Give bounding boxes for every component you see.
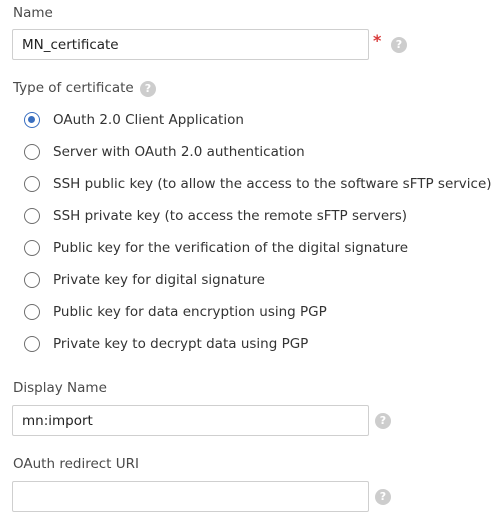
- radio-button[interactable]: [24, 176, 40, 192]
- radio-label: SSH private key (to access the remote sF…: [53, 208, 407, 224]
- certificate-type-label: Type of certificate: [13, 80, 134, 96]
- radio-button[interactable]: [24, 336, 40, 352]
- radio-button[interactable]: [24, 304, 40, 320]
- name-help-icon[interactable]: ?: [391, 37, 407, 53]
- radio-label: Public key for the verification of the d…: [53, 240, 409, 256]
- radio-oauth-client-application[interactable]: OAuth 2.0 Client Application: [24, 110, 244, 130]
- oauth-redirect-uri-help-icon[interactable]: ?: [375, 489, 391, 505]
- radio-label: Private key for digital signature: [53, 272, 265, 288]
- oauth-redirect-uri-input[interactable]: [12, 481, 369, 512]
- radio-private-key-pgp-decryption[interactable]: Private key to decrypt data using PGP: [24, 334, 308, 354]
- radio-button[interactable]: [24, 144, 40, 160]
- radio-ssh-public-key[interactable]: SSH public key (to allow the access to t…: [24, 174, 492, 194]
- required-asterisk: *: [373, 31, 382, 50]
- name-label: Name: [13, 5, 53, 21]
- radio-label: OAuth 2.0 Client Application: [53, 112, 244, 128]
- radio-label: SSH public key (to allow the access to t…: [53, 176, 492, 192]
- radio-button-checked[interactable]: [24, 112, 40, 128]
- certificate-type-help-icon[interactable]: ?: [140, 81, 156, 97]
- radio-button[interactable]: [24, 240, 40, 256]
- display-name-help-icon[interactable]: ?: [375, 413, 391, 429]
- radio-button[interactable]: [24, 208, 40, 224]
- radio-public-key-signature-verification[interactable]: Public key for the verification of the d…: [24, 238, 408, 258]
- radio-label: Public key for data encryption using PGP: [53, 304, 327, 320]
- radio-ssh-private-key[interactable]: SSH private key (to access the remote sF…: [24, 206, 407, 226]
- radio-private-key-digital-signature[interactable]: Private key for digital signature: [24, 270, 265, 290]
- name-input[interactable]: [12, 29, 369, 60]
- oauth-redirect-uri-label: OAuth redirect URI: [13, 456, 140, 472]
- display-name-label: Display Name: [13, 380, 107, 396]
- radio-label: Server with OAuth 2.0 authentication: [53, 144, 305, 160]
- display-name-input[interactable]: [12, 405, 369, 436]
- radio-button[interactable]: [24, 272, 40, 288]
- radio-server-oauth-authentication[interactable]: Server with OAuth 2.0 authentication: [24, 142, 305, 162]
- radio-label: Private key to decrypt data using PGP: [53, 336, 309, 352]
- radio-public-key-pgp-encryption[interactable]: Public key for data encryption using PGP: [24, 302, 327, 322]
